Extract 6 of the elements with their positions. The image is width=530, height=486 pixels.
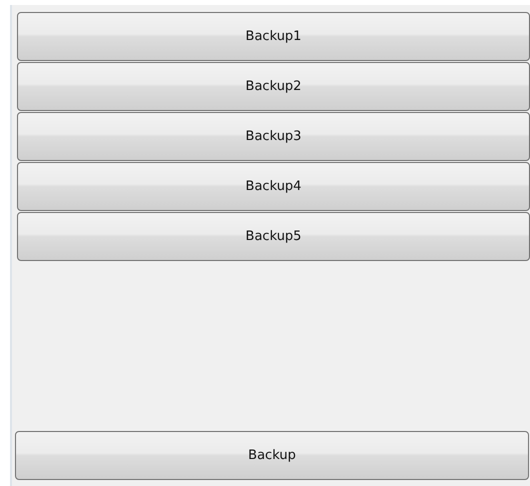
- backup-button[interactable]: Backup4: [17, 162, 530, 211]
- backup-button[interactable]: Backup2: [17, 62, 530, 111]
- backup-button[interactable]: Backup: [15, 431, 529, 480]
- backup-button[interactable]: Backup1: [17, 12, 530, 61]
- backup-button[interactable]: Backup3: [17, 112, 530, 161]
- backup-button[interactable]: Backup5: [17, 212, 530, 261]
